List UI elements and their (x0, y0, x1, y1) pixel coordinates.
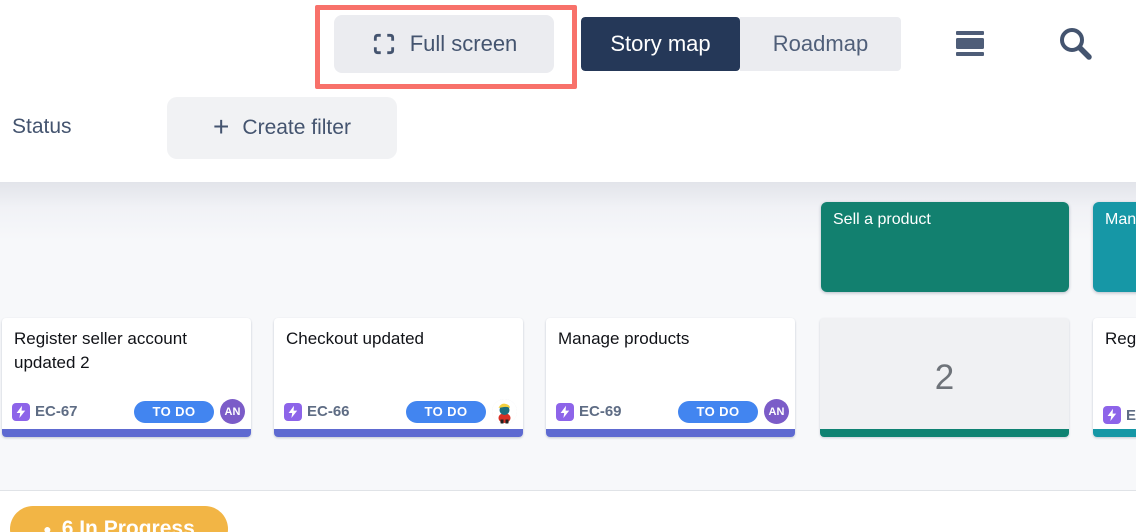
card-accent-bar (2, 429, 251, 437)
story-card-ec-69[interactable]: Manage products EC-69 TO DO AN (546, 318, 795, 437)
search-icon (1054, 52, 1096, 67)
story-map-app: Full screen Story map Roadmap Status (0, 0, 1136, 532)
issue-key: EC- (1126, 407, 1136, 424)
card-accent-bar (820, 429, 1069, 437)
status-badge[interactable]: TO DO (406, 401, 486, 423)
create-filter-button[interactable]: + Create filter (167, 97, 397, 159)
tab-story-map[interactable]: Story map (581, 17, 740, 71)
search-button[interactable] (1054, 22, 1096, 64)
card-accent-bar (274, 429, 523, 437)
fullscreen-button[interactable]: Full screen (334, 15, 554, 73)
epic-card-sell-a-product[interactable]: Sell a product (821, 202, 1069, 292)
story-card-clipped[interactable]: Regis EC- (1093, 318, 1136, 437)
sprint-pill-label: 6 In Progress (62, 517, 195, 532)
avatar: AN (764, 399, 789, 424)
story-bolt-icon (12, 403, 30, 421)
story-title: Regis (1105, 327, 1136, 351)
story-card-ec-66[interactable]: Checkout updated EC-66 TO DO (274, 318, 523, 437)
story-card-footer: EC-66 TO DO (284, 399, 517, 424)
list-summary-button[interactable] (953, 26, 987, 60)
story-title: Register seller account updated 2 (14, 327, 239, 375)
tab-story-map-label: Story map (610, 31, 710, 57)
issue-key: EC-66 (307, 403, 350, 420)
card-accent-bar (546, 429, 795, 437)
tab-roadmap-label: Roadmap (773, 31, 868, 57)
list-summary-icon (953, 48, 987, 63)
tab-roadmap[interactable]: Roadmap (740, 17, 901, 71)
plus-icon: + (213, 111, 229, 143)
epic-title: Mana (1105, 211, 1136, 228)
status-badge[interactable]: TO DO (134, 401, 214, 423)
issue-key: EC-69 (579, 403, 622, 420)
pill-dot-icon: ● (43, 522, 51, 532)
story-bolt-icon (556, 403, 574, 421)
card-accent-bar (1093, 429, 1136, 437)
story-card-footer: EC-67 TO DO AN (12, 399, 245, 424)
story-card-ec-67[interactable]: Register seller account updated 2 EC-67 … (2, 318, 251, 437)
status-field-label: Status (12, 115, 72, 139)
story-card-footer: EC- (1103, 406, 1136, 424)
story-card-footer: EC-69 TO DO AN (556, 399, 789, 424)
create-filter-label: Create filter (242, 116, 351, 140)
view-switcher: Story map Roadmap (581, 17, 901, 71)
story-title: Manage products (558, 327, 783, 351)
story-bolt-icon (284, 403, 302, 421)
fullscreen-button-label: Full screen (410, 31, 518, 57)
epic-card-manage-clipped[interactable]: Mana (1093, 202, 1136, 292)
avatar: AN (220, 399, 245, 424)
collapsed-count-value: 2 (935, 358, 954, 398)
avatar-mascot (492, 399, 517, 424)
issue-key: EC-67 (35, 403, 78, 420)
status-badge[interactable]: TO DO (678, 401, 758, 423)
sprint-status-pill[interactable]: ● 6 In Progress (10, 506, 228, 532)
story-bolt-icon (1103, 406, 1121, 424)
story-title: Checkout updated (286, 327, 511, 351)
expand-icon (371, 31, 397, 57)
collapsed-count-card[interactable]: 2 (820, 318, 1069, 437)
epic-title: Sell a product (833, 211, 931, 228)
